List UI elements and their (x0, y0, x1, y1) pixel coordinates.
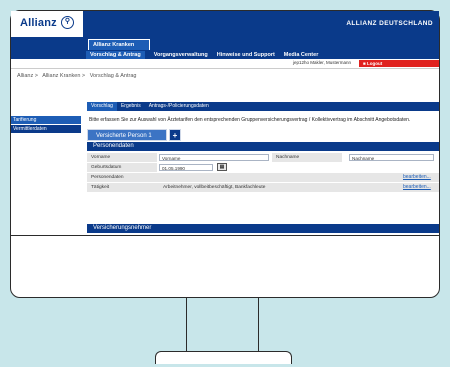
row-personendaten: Personendaten bearbeiten... (87, 173, 439, 182)
menu-vorschlag-antrag[interactable]: Vorschlag & Antrag (86, 51, 145, 59)
screen: Allianz ⚲ ALLIANZ DEUTSCHLAND Allianz Kr… (11, 11, 439, 236)
tab-antragsdaten[interactable]: Antrags-/Policierungsdaten (145, 102, 213, 111)
monitor-base (155, 351, 292, 364)
breadcrumb-kranken[interactable]: Allianz Kranken > (42, 73, 85, 79)
nachname-label: Nachname (272, 153, 342, 162)
tab-ergebnis[interactable]: Ergebnis (117, 102, 145, 111)
breadcrumb: Allianz > Allianz Kranken > Vorschlag & … (17, 73, 139, 79)
tab-allianz-kranken[interactable]: Allianz Kranken (88, 39, 150, 50)
vorname-label: Vorname (87, 153, 157, 162)
sidebar-item-vermittlerdaten[interactable]: Vermittlerdaten (11, 125, 81, 133)
row-name: Vorname Vorname Nachname Nachname (87, 153, 439, 162)
add-person-button[interactable]: + (169, 129, 181, 141)
personendaten-label: Personendaten (87, 173, 439, 182)
monitor-stand-right (258, 298, 259, 352)
vorname-input[interactable]: Vorname (159, 154, 269, 161)
logout-button[interactable]: ■ Logout (359, 60, 439, 67)
breadcrumb-allianz[interactable]: Allianz > (17, 73, 38, 79)
sidebar-item-tarifierung[interactable]: Tarifierung (11, 116, 81, 124)
personendaten-edit-link[interactable]: bearbeiten... (403, 173, 431, 182)
user-bar: jep12ho Makler, Mustermann ■ Logout (11, 59, 439, 69)
logo-box[interactable]: Allianz ⚲ (11, 11, 83, 37)
logout-label: Logout (366, 61, 383, 66)
monitor-stand (186, 298, 187, 352)
breadcrumb-vorschlag: Vorschlag & Antrag (89, 73, 137, 79)
tab-vorschlag[interactable]: Vorschlag (87, 102, 117, 111)
nachname-input[interactable]: Nachname (349, 154, 434, 161)
menu-hinweise-support[interactable]: Hinweise und Support (217, 51, 275, 59)
row-geburtsdatum: Geburtsdatum 01.05.1990 ▦ (87, 163, 439, 172)
header-bar: Allianz ⚲ ALLIANZ DEUTSCHLAND Allianz Kr… (11, 11, 439, 59)
app-title: ALLIANZ DEUTSCHLAND (346, 20, 433, 27)
section-personendaten: Personendaten (87, 142, 439, 151)
logo-text: Allianz (20, 17, 57, 29)
taetigkeit-edit-link[interactable]: bearbeiten... (403, 183, 431, 192)
section-versicherungsnehmer: Versicherungsnehmer (87, 224, 439, 233)
info-text: Bitte erfassen Sie zur Auswahl von Ärzte… (89, 117, 411, 123)
allianz-eagle-icon: ⚲ (61, 16, 74, 29)
geburtsdatum-label: Geburtsdatum (87, 163, 157, 172)
calendar-icon[interactable]: ▦ (217, 163, 227, 171)
sub-tabs: Vorschlag Ergebnis Antrags-/Policierungs… (87, 102, 439, 111)
taetigkeit-value: Arbeitnehmer, vollbeitbeschäftigt, Bankf… (163, 185, 266, 190)
menu-media-center[interactable]: Media Center (284, 51, 319, 59)
tab-versicherte-person-1[interactable]: Versicherte Person 1 (87, 129, 167, 141)
geburtsdatum-input[interactable]: 01.05.1990 (159, 164, 213, 171)
main-menu: Vorschlag & Antrag Vorgangsverwaltung Hi… (86, 51, 327, 59)
menu-vorgangsverwaltung[interactable]: Vorgangsverwaltung (154, 51, 208, 59)
row-taetigkeit: Tätigkeit Arbeitnehmer, vollbeitbeschäft… (87, 183, 439, 192)
user-name: jep12ho Makler, Mustermann (293, 60, 352, 65)
